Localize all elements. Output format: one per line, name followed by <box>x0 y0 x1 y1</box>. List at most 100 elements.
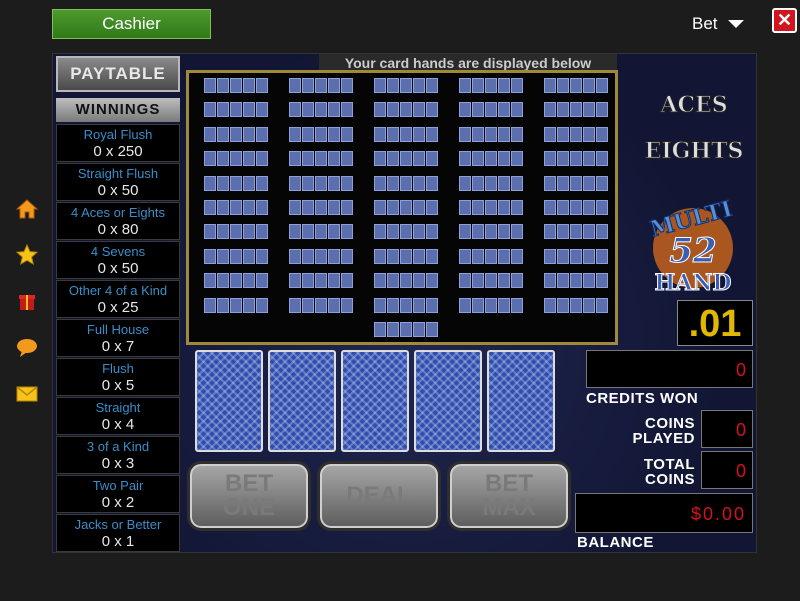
mini-card-back <box>596 248 608 264</box>
mini-card-back <box>243 175 255 191</box>
mini-hand <box>544 175 608 191</box>
mini-card-back <box>426 175 438 191</box>
mini-hand <box>374 175 438 191</box>
mini-card-back <box>302 224 314 240</box>
mini-card-back <box>570 224 582 240</box>
home-icon[interactable] <box>14 197 40 223</box>
mini-hand <box>289 297 353 313</box>
mini-card-back <box>400 224 412 240</box>
card-slot-5[interactable] <box>487 350 555 452</box>
bet-dropdown[interactable]: Bet <box>692 14 744 34</box>
mini-card-back <box>289 200 301 215</box>
deal-button[interactable]: DEAL <box>317 461 441 531</box>
mini-hand <box>204 297 268 313</box>
mini-card-back <box>243 273 255 289</box>
mini-card-back <box>544 273 556 289</box>
winnings-header: WINNINGS <box>56 98 180 122</box>
cashier-button[interactable]: Cashier <box>52 9 211 39</box>
card-slot-4[interactable] <box>414 350 482 452</box>
mini-card-back <box>341 297 353 313</box>
mini-card-back <box>217 78 229 93</box>
mini-card-back <box>472 151 484 167</box>
mini-card-back <box>387 151 399 167</box>
mini-card-back <box>413 248 425 264</box>
mini-card-back <box>217 297 229 313</box>
mini-card-back <box>596 78 608 93</box>
card-slot-3[interactable] <box>341 350 409 452</box>
chat-icon[interactable] <box>14 335 40 361</box>
mini-hand <box>204 248 268 264</box>
mini-card-back <box>315 151 327 167</box>
mini-card-back <box>472 126 484 142</box>
mini-card-back <box>315 126 327 142</box>
mini-card-back <box>400 273 412 289</box>
star-icon[interactable] <box>14 243 40 269</box>
paytable-button[interactable]: PAYTABLE <box>56 56 180 92</box>
paytable-payout: 0 x 25 <box>97 299 139 316</box>
mini-hand <box>204 102 268 118</box>
mini-card-back <box>511 175 523 191</box>
mini-card-back <box>328 126 340 142</box>
mini-card-back <box>328 151 340 167</box>
paytable-row: 4 Sevens 0 x 50 <box>56 241 180 279</box>
mini-card-back <box>498 151 510 167</box>
bet-max-button[interactable]: BET MAX <box>447 461 571 531</box>
mini-card-back <box>570 297 582 313</box>
mini-card-back <box>204 78 216 93</box>
credits-won-display: 0 <box>586 350 753 388</box>
mini-card-back <box>400 200 412 215</box>
mini-card-back <box>387 78 399 93</box>
mini-card-back <box>413 297 425 313</box>
bet-one-label: BET ONE <box>222 470 275 521</box>
mini-card-back <box>413 102 425 118</box>
mini-card-back <box>289 102 301 118</box>
mini-card-back <box>243 78 255 93</box>
mini-card-back <box>472 248 484 264</box>
mini-card-back <box>498 126 510 142</box>
mini-card-back <box>413 175 425 191</box>
card-slot-1[interactable] <box>195 350 263 452</box>
mini-card-back <box>413 322 425 337</box>
close-button[interactable]: ✕ <box>772 8 797 33</box>
mini-card-back <box>400 151 412 167</box>
mini-card-back <box>217 102 229 118</box>
mini-hand <box>544 248 608 264</box>
paytable-hand-name: Jacks or Better <box>74 517 162 532</box>
mini-card-back <box>583 200 595 215</box>
mini-card-back <box>315 297 327 313</box>
bet-one-button[interactable]: BET ONE <box>187 461 311 531</box>
mini-hand <box>289 126 353 142</box>
bet-dropdown-label: Bet <box>692 14 718 33</box>
mini-card-back <box>459 126 471 142</box>
mini-card-back <box>230 102 242 118</box>
paytable-row: Straight Flush 0 x 50 <box>56 163 180 201</box>
mini-card-back <box>230 297 242 313</box>
mini-card-back <box>459 297 471 313</box>
gift-icon[interactable] <box>14 289 40 315</box>
aces-eights-logo: ACES EIGHTS MULTI 52 HAND <box>644 92 744 297</box>
mini-card-back <box>328 248 340 264</box>
total-coins-label: TOTAL COINS <box>643 456 695 488</box>
card-slot-2[interactable] <box>268 350 336 452</box>
mini-card-back <box>374 126 386 142</box>
mail-icon[interactable] <box>14 382 40 408</box>
paytable-hand-name: Royal Flush <box>83 127 153 142</box>
mini-hand <box>374 126 438 142</box>
mini-hand <box>544 200 608 215</box>
mini-card-back <box>413 151 425 167</box>
paytable-hand-name: Full House <box>86 322 150 337</box>
mini-card-back <box>230 200 242 215</box>
mini-hand <box>204 126 268 142</box>
mini-card-back <box>511 248 523 264</box>
mini-card-back <box>256 175 268 191</box>
mini-card-back <box>243 297 255 313</box>
denomination-display[interactable]: .01 <box>677 300 753 346</box>
mini-card-back <box>544 78 556 93</box>
mini-card-back <box>544 248 556 264</box>
mini-card-back <box>204 200 216 215</box>
mini-card-back <box>243 102 255 118</box>
mini-card-back <box>511 102 523 118</box>
mini-card-back <box>289 224 301 240</box>
mini-card-back <box>583 151 595 167</box>
mini-card-back <box>230 224 242 240</box>
